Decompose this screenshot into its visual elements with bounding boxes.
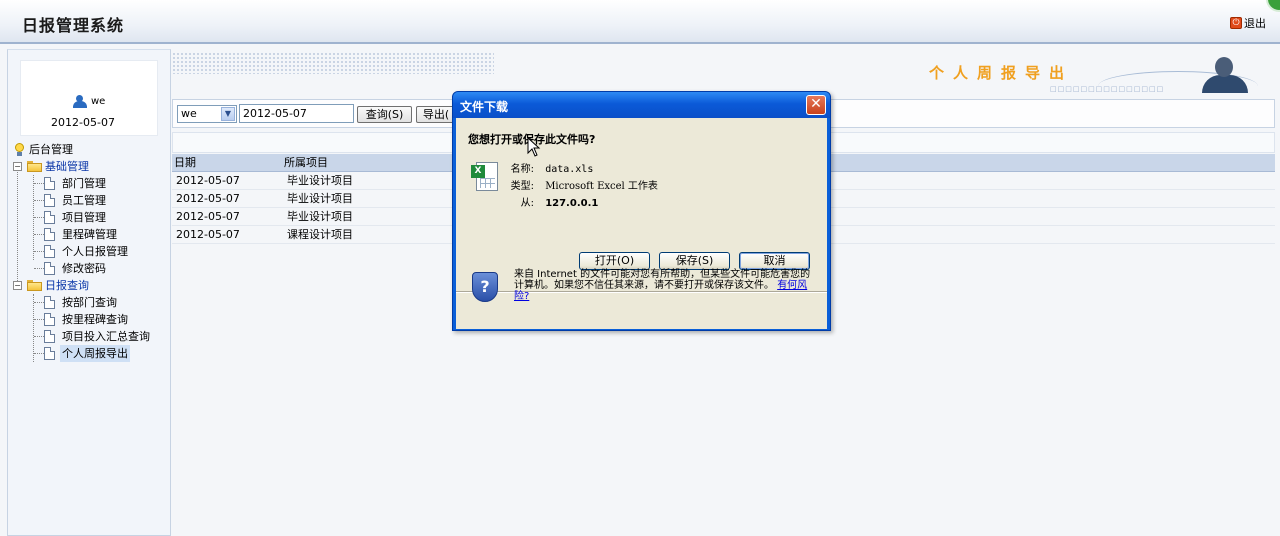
file-source-row: 从: 127.0.0.1 [520,198,599,209]
collapse-icon[interactable]: − [13,281,22,290]
tree-group-label: 基础管理 [45,160,89,173]
cell-date: 2012-05-07 [176,228,240,241]
close-icon[interactable]: ✕ [806,95,826,115]
app-header: 日报管理系统 ⏻ 退出 [0,0,1280,44]
file-download-dialog: 文件下载 ✕ 您想打开或保存此文件吗? X 名称: data.xls 类型: M… [452,91,831,331]
file-type-row: 类型: Microsoft Excel 工作表 [510,181,658,192]
file-type: Microsoft Excel 工作表 [545,181,658,192]
user-select[interactable]: we ▼ [177,105,237,123]
document-icon [44,194,55,207]
document-icon [44,211,55,224]
sidebar-item-label: 按里程碑查询 [62,313,128,326]
folder-icon [27,280,42,291]
cell-date: 2012-05-07 [176,210,240,223]
sidebar: we 2012-05-07 后台管理 − 基础管理 部门管理 员工管理 项目管理… [7,49,171,536]
tree-group-label: 日报查询 [45,279,89,292]
sidebar-item-project[interactable]: 项目管理 [11,209,169,226]
cancel-button[interactable]: 取消 [739,252,810,270]
shield-icon: ? [472,272,498,302]
user-select-value: we [181,107,197,120]
bulb-icon [14,143,24,156]
document-icon [44,245,55,258]
document-icon [44,347,55,360]
dialog-title: 文件下载 [460,100,509,114]
query-button[interactable]: 查询(S) [357,106,412,123]
dialog-titlebar[interactable]: 文件下载 ✕ [453,92,830,118]
export-button[interactable]: 导出( [416,106,456,123]
nav-tree: 后台管理 − 基础管理 部门管理 员工管理 项目管理 里程碑管理 个人日报管理 … [11,141,169,362]
sidebar-item-label: 项目管理 [62,211,106,224]
sidebar-item-weekly-export[interactable]: 个人周报导出 [11,345,169,362]
document-icon [44,228,55,241]
mouse-cursor-icon [527,137,541,157]
chevron-down-icon[interactable]: ▼ [221,107,235,121]
document-icon [44,330,55,343]
column-header-project[interactable]: 所属项目 [284,154,328,172]
sidebar-item-employee[interactable]: 员工管理 [11,192,169,209]
file-source: 127.0.0.1 [545,198,599,209]
save-button[interactable]: 保存(S) [659,252,730,270]
logout-label: 退出 [1244,17,1266,30]
sidebar-item-label: 个人周报导出 [60,345,130,362]
sidebar-item-by-department[interactable]: 按部门查询 [11,294,169,311]
tree-group-basic[interactable]: − 基础管理 [11,158,169,175]
sidebar-item-password[interactable]: 修改密码 [11,260,169,277]
collapse-icon[interactable]: − [13,162,22,171]
cell-project: 毕业设计项目 [287,192,353,205]
cell-date: 2012-05-07 [176,174,240,187]
file-name: data.xls [545,164,594,175]
sidebar-item-by-milestone[interactable]: 按里程碑查询 [11,311,169,328]
sidebar-item-label: 项目投入汇总查询 [62,330,150,343]
sidebar-item-daily-report[interactable]: 个人日报管理 [11,243,169,260]
date-input[interactable]: 2012-05-07 [239,104,354,123]
document-icon [44,177,55,190]
app-title: 日报管理系统 [22,16,125,35]
cell-project: 毕业设计项目 [287,174,353,187]
cell-date: 2012-05-07 [176,192,240,205]
tree-group-query[interactable]: − 日报查询 [11,277,169,294]
open-button[interactable]: 打开(O) [579,252,650,270]
sidebar-item-label: 里程碑管理 [62,228,117,241]
power-icon: ⏻ [1230,17,1242,29]
sidebar-item-label: 部门管理 [62,177,106,190]
sidebar-item-label: 修改密码 [62,262,106,275]
cell-project: 毕业设计项目 [287,210,353,223]
sidebar-item-milestone[interactable]: 里程碑管理 [11,226,169,243]
user-icon [73,95,87,108]
user-name: we [91,96,106,107]
document-icon [44,262,55,275]
document-icon [44,296,55,309]
sidebar-item-label: 员工管理 [62,194,106,207]
user-info: we [73,95,105,108]
cell-project: 课程设计项目 [287,228,353,241]
column-header-date[interactable]: 日期 [174,154,196,172]
document-icon [44,313,55,326]
sidebar-item-label: 按部门查询 [62,296,117,309]
sidebar-item-department[interactable]: 部门管理 [11,175,169,192]
file-name-row: 名称: data.xls [510,164,594,175]
sidebar-item-project-summary[interactable]: 项目投入汇总查询 [11,328,169,345]
banner-pattern [172,52,494,74]
folder-icon [27,161,42,172]
tree-root-label: 后台管理 [29,143,73,156]
excel-file-icon: X [471,162,499,192]
banner-person-image [1098,55,1268,93]
dialog-body: 您想打开或保存此文件吗? X 名称: data.xls 类型: Microsof… [456,118,827,329]
logout-button[interactable]: ⏻ 退出 [1230,15,1266,31]
corner-badge-icon [1266,0,1280,12]
warning-text: 来自 Internet 的文件可能对您有所帮助，但某些文件可能危害您的计算机。如… [514,269,811,291]
security-warning: 来自 Internet 的文件可能对您有所帮助，但某些文件可能危害您的计算机。如… [514,269,814,302]
sidebar-item-label: 个人日报管理 [62,245,128,258]
user-date: 2012-05-07 [51,116,115,129]
page-title: 个人周报导出 [929,64,1074,82]
tree-root[interactable]: 后台管理 [11,141,169,158]
